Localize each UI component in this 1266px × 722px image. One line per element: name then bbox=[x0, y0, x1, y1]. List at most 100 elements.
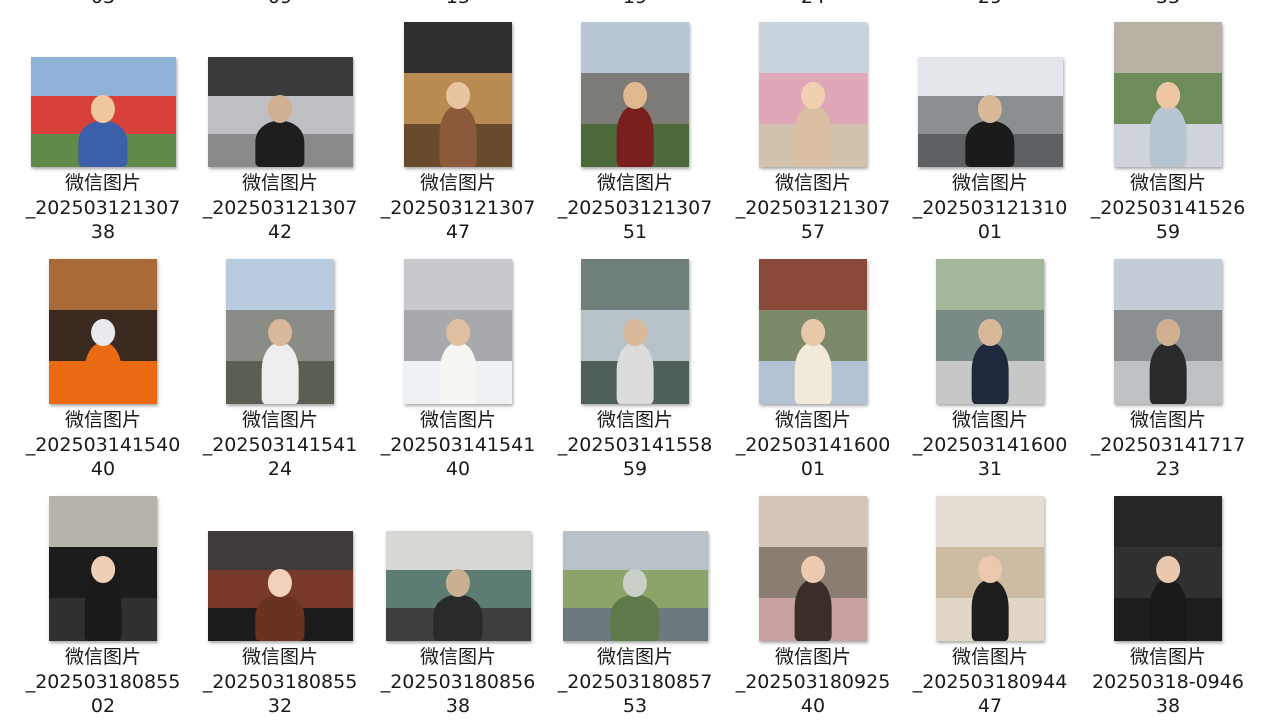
file-item[interactable]: 微信图片 _202503180925 40 bbox=[733, 496, 893, 718]
image-thumbnail[interactable] bbox=[581, 22, 689, 167]
file-name-label: 微信图片 _202503121307 47 bbox=[378, 171, 538, 245]
image-thumbnail[interactable] bbox=[936, 259, 1044, 404]
partial-file-label[interactable]: 29 bbox=[910, 0, 1070, 9]
image-thumbnail[interactable] bbox=[1114, 496, 1222, 641]
thumbnail-frame bbox=[378, 259, 538, 404]
image-thumbnail[interactable] bbox=[562, 531, 708, 641]
thumbnail-frame bbox=[910, 22, 1070, 167]
file-item[interactable]: 微信图片 _202503141526 59 bbox=[1088, 22, 1248, 244]
file-item[interactable]: 微信图片 _202503121310 01 bbox=[910, 22, 1070, 244]
partial-file-label[interactable]: 03 bbox=[23, 0, 183, 9]
file-name-line: 微信图片 bbox=[774, 409, 851, 431]
file-name-line: 24 bbox=[267, 458, 293, 480]
thumbnail-frame bbox=[378, 22, 538, 167]
file-name-label: 微信图片 _202503141717 23 bbox=[1088, 408, 1248, 482]
file-item[interactable]: 微信图片 _202503141541 40 bbox=[378, 259, 538, 481]
file-item[interactable]: 微信图片 _202503180857 53 bbox=[555, 496, 715, 718]
file-item[interactable]: 微信图片 _202503180944 47 bbox=[910, 496, 1070, 718]
image-thumbnail[interactable] bbox=[1114, 22, 1222, 167]
image-thumbnail[interactable] bbox=[226, 259, 334, 404]
file-item[interactable]: 微信图片 _202503180856 38 bbox=[378, 496, 538, 718]
file-name-line: _202503141717 bbox=[1090, 433, 1246, 456]
thumbnail-person-head bbox=[978, 555, 1002, 583]
file-name-line: 微信图片 bbox=[64, 409, 141, 431]
image-thumbnail[interactable] bbox=[30, 57, 176, 167]
file-name-line: 微信图片 bbox=[951, 172, 1028, 194]
image-thumbnail[interactable] bbox=[759, 496, 867, 641]
file-name-label: 微信图片 _202503121307 42 bbox=[200, 171, 360, 245]
file-name-label: 微信图片 _202503141558 59 bbox=[555, 408, 715, 482]
file-name-label: 微信图片 20250318-0946 38 bbox=[1088, 645, 1248, 719]
file-item[interactable]: 微信图片 _202503121307 51 bbox=[555, 22, 715, 244]
file-name-label: 微信图片 _202503180855 32 bbox=[200, 645, 360, 719]
file-name-line: 47 bbox=[977, 695, 1003, 717]
thumbnail-person-figure bbox=[616, 106, 654, 167]
file-name-line: 微信图片 bbox=[64, 646, 141, 668]
thumbnail-person-figure bbox=[84, 580, 122, 641]
thumbnail-frame bbox=[733, 22, 893, 167]
thumbnail-person-head bbox=[445, 569, 471, 597]
file-item[interactable]: 微信图片 _202503141717 23 bbox=[1088, 259, 1248, 481]
thumbnail-frame bbox=[910, 496, 1070, 641]
file-name-line: 微信图片 bbox=[596, 409, 673, 431]
thumbnail-person-figure bbox=[261, 343, 299, 404]
file-item[interactable]: 微信图片 _202503180855 32 bbox=[200, 496, 360, 718]
file-name-label: 微信图片 _202503121307 57 bbox=[733, 171, 893, 245]
partial-file-label[interactable]: 15 bbox=[378, 0, 538, 9]
thumbnail-person-head bbox=[623, 318, 647, 346]
file-name-line: 微信图片 bbox=[419, 409, 496, 431]
file-name-line: _202503141540 bbox=[25, 433, 181, 456]
image-thumbnail[interactable] bbox=[936, 496, 1044, 641]
file-item[interactable]: 微信图片 _202503121307 38 bbox=[23, 22, 183, 244]
thumbnail-person-figure bbox=[794, 343, 832, 404]
thumbnail-person-figure bbox=[433, 594, 483, 641]
image-thumbnail[interactable] bbox=[404, 22, 512, 167]
file-item[interactable]: 微信图片 _202503141540 40 bbox=[23, 259, 183, 481]
file-name-label: 微信图片 _202503141600 31 bbox=[910, 408, 1070, 482]
file-item[interactable]: 微信图片 _202503121307 57 bbox=[733, 22, 893, 244]
image-thumbnail[interactable] bbox=[385, 531, 531, 641]
file-name-line: _202503121307 bbox=[380, 196, 536, 219]
thumbnail-person-head bbox=[801, 318, 825, 346]
file-name-line: 20250318-0946 bbox=[1092, 670, 1244, 693]
file-item[interactable]: 微信图片 20250318-0946 38 bbox=[1088, 496, 1248, 718]
file-name-label: 微信图片 _202503141541 24 bbox=[200, 408, 360, 482]
partial-file-label[interactable]: 09 bbox=[200, 0, 360, 9]
file-item[interactable]: 微信图片 _202503141600 31 bbox=[910, 259, 1070, 481]
file-item[interactable]: 微信图片 _202503141541 24 bbox=[200, 259, 360, 481]
file-name-line: 微信图片 bbox=[596, 646, 673, 668]
image-thumbnail[interactable] bbox=[759, 22, 867, 167]
file-name-line: 51 bbox=[622, 221, 648, 243]
image-thumbnail[interactable] bbox=[49, 259, 157, 404]
image-thumbnail[interactable] bbox=[207, 531, 353, 641]
file-item[interactable]: 微信图片 _202503121307 42 bbox=[200, 22, 360, 244]
file-name-line: _202503180855 bbox=[25, 670, 181, 693]
file-name-line: _202503141600 bbox=[735, 433, 891, 456]
thumbnail-frame bbox=[555, 496, 715, 641]
image-thumbnail[interactable] bbox=[759, 259, 867, 404]
image-thumbnail[interactable] bbox=[404, 259, 512, 404]
thumbnail-person-figure bbox=[1149, 343, 1187, 404]
image-thumbnail[interactable] bbox=[207, 57, 353, 167]
thumbnail-person-head bbox=[91, 318, 115, 346]
file-item[interactable]: 微信图片 _202503141600 01 bbox=[733, 259, 893, 481]
file-item[interactable]: 微信图片 _202503180855 02 bbox=[23, 496, 183, 718]
file-name-line: _202503180944 bbox=[912, 670, 1068, 693]
file-name-line: _202503180857 bbox=[557, 670, 713, 693]
thumbnail-person-head bbox=[978, 318, 1002, 346]
file-item[interactable]: 微信图片 _202503141558 59 bbox=[555, 259, 715, 481]
file-item[interactable]: 微信图片 _202503121307 47 bbox=[378, 22, 538, 244]
partial-file-label[interactable]: 33 bbox=[1088, 0, 1248, 9]
image-thumbnail[interactable] bbox=[49, 496, 157, 641]
file-name-line: 01 bbox=[977, 221, 1003, 243]
image-thumbnail[interactable] bbox=[1114, 259, 1222, 404]
partial-file-label[interactable]: 19 bbox=[555, 0, 715, 9]
file-name-line: _202503121307 bbox=[202, 196, 358, 219]
image-thumbnail[interactable] bbox=[581, 259, 689, 404]
file-name-line: 微信图片 bbox=[596, 172, 673, 194]
thumbnail-person-head bbox=[91, 555, 115, 583]
file-name-line: 59 bbox=[1155, 221, 1181, 243]
partial-file-label[interactable]: 24 bbox=[733, 0, 893, 9]
image-thumbnail[interactable] bbox=[917, 57, 1063, 167]
file-name-label: 微信图片 _202503180855 02 bbox=[23, 645, 183, 719]
